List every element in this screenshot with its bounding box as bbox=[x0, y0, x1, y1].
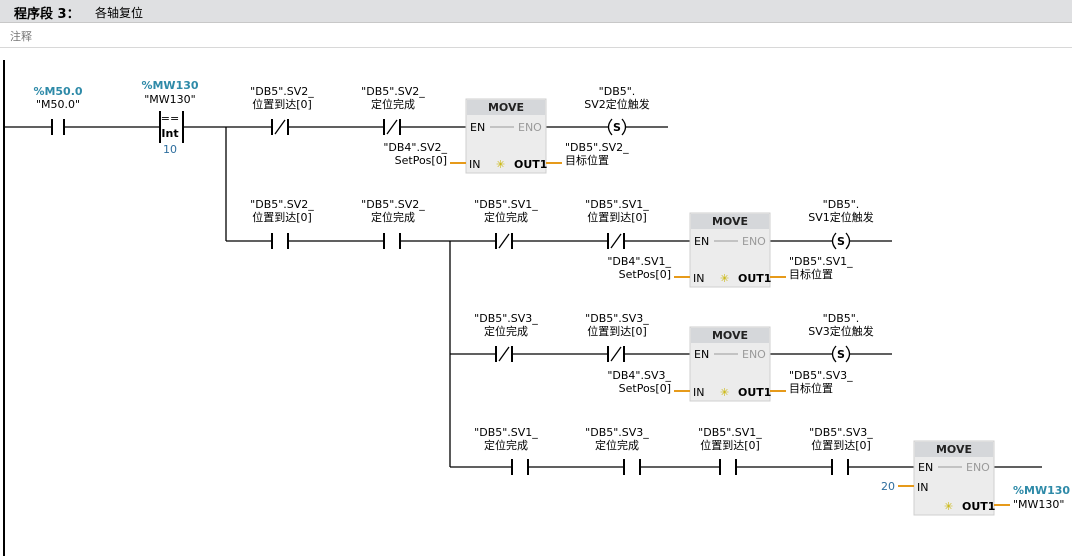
pin-out: OUT1 bbox=[514, 158, 547, 171]
move-in-label-2: SetPos[0] bbox=[395, 154, 447, 167]
coil-label-1: "DB5". bbox=[599, 85, 636, 98]
pin-out: OUT1 bbox=[738, 386, 771, 399]
move-title: MOVE bbox=[712, 329, 748, 342]
contact-label-1: "DB5".SV1_ bbox=[474, 198, 538, 211]
contact-tag: "M50.0" bbox=[36, 98, 80, 111]
coil-symbol: S bbox=[837, 348, 845, 361]
contact-label-2: 位置到达[0] bbox=[252, 210, 312, 224]
star-icon: ✳ bbox=[720, 272, 729, 285]
move-in-label-1[interactable]: "DB4".SV1_ bbox=[607, 255, 671, 268]
contact-label-1: "DB5".SV2_ bbox=[361, 85, 425, 98]
move-in-label-2: SetPos[0] bbox=[619, 382, 671, 395]
contact-label-2: 位置到达[0] bbox=[252, 97, 312, 111]
move-in-label-1[interactable]: "DB4".SV3_ bbox=[607, 369, 671, 382]
pin-eno: ENO bbox=[518, 121, 542, 134]
move-title: MOVE bbox=[936, 443, 972, 456]
pin-in: IN bbox=[917, 481, 928, 494]
coil-label-1: "DB5". bbox=[823, 312, 860, 325]
rung-4: "DB5".SV1_ 定位完成 "DB5".SV3_ 定位完成 "DB5".SV… bbox=[450, 426, 1070, 516]
move-out-address[interactable]: %MW130 bbox=[1013, 484, 1070, 497]
pin-en: EN bbox=[470, 121, 485, 134]
pin-en: EN bbox=[918, 461, 933, 474]
contact-label-1: "DB5".SV1_ bbox=[698, 426, 762, 439]
move-box-sv2[interactable]: MOVE EN ENO IN ✳ OUT1 bbox=[465, 98, 547, 174]
move-in-constant[interactable]: 20 bbox=[881, 480, 895, 493]
move-in-label-2: SetPos[0] bbox=[619, 268, 671, 281]
contact-label-1: "DB5".SV2_ bbox=[250, 85, 314, 98]
contact-label-2: 位置到达[0] bbox=[587, 210, 647, 224]
compare-contact-mw130[interactable]: %MW130 "MW130" == Int 10 bbox=[141, 79, 198, 156]
rung-3: "DB5".SV3_ 定位完成 "DB5".SV3_ 位置到达[0] MOVE … bbox=[450, 312, 892, 402]
compare-address: %MW130 bbox=[141, 79, 198, 92]
move-out-label-1[interactable]: "DB5".SV3_ bbox=[789, 369, 853, 382]
coil-label-2: SV1定位触发 bbox=[808, 210, 874, 224]
contact-label-1: "DB5".SV2_ bbox=[250, 198, 314, 211]
star-icon: ✳ bbox=[720, 386, 729, 399]
contact-address: %M50.0 bbox=[33, 85, 82, 98]
move-box-sv3[interactable]: MOVE EN ENO IN ✳ OUT1 bbox=[689, 326, 771, 402]
move-box-mw130[interactable]: MOVE EN ENO IN ✳ OUT1 bbox=[913, 440, 995, 516]
contact-label-2: 定位完成 bbox=[371, 210, 415, 224]
compare-operator: == bbox=[161, 112, 179, 125]
move-out-label-1[interactable]: "DB5".SV1_ bbox=[789, 255, 853, 268]
contact-label-2: 位置到达[0] bbox=[811, 438, 871, 452]
move-out-tag: "MW130" bbox=[1013, 498, 1064, 511]
contact-label-1: "DB5".SV3_ bbox=[585, 312, 649, 325]
contact-label-2: 位置到达[0] bbox=[700, 438, 760, 452]
coil-label-1: "DB5". bbox=[823, 198, 860, 211]
compare-type: Int bbox=[161, 127, 178, 140]
pin-en: EN bbox=[694, 348, 709, 361]
pin-eno: ENO bbox=[742, 348, 766, 361]
contact-label-1: "DB5".SV1_ bbox=[474, 426, 538, 439]
contact-label-2: 定位完成 bbox=[484, 324, 528, 338]
move-out-label-1[interactable]: "DB5".SV2_ bbox=[565, 141, 629, 154]
move-out-label-2: 目标位置 bbox=[565, 153, 609, 167]
contact-label-2: 定位完成 bbox=[595, 438, 639, 452]
contact-label-1: "DB5".SV2_ bbox=[361, 198, 425, 211]
move-title: MOVE bbox=[712, 215, 748, 228]
move-box-sv1[interactable]: MOVE EN ENO IN ✳ OUT1 bbox=[689, 212, 771, 288]
compare-tag: "MW130" bbox=[144, 93, 195, 106]
contact-label-1: "DB5".SV3_ bbox=[585, 426, 649, 439]
move-title: MOVE bbox=[488, 101, 524, 114]
pin-out: OUT1 bbox=[962, 500, 995, 513]
coil-symbol: S bbox=[613, 121, 621, 134]
rung-1: %M50.0 "M50.0" %MW130 "MW130" == Int 10 … bbox=[4, 79, 668, 241]
move-in-label-1[interactable]: "DB4".SV2_ bbox=[383, 141, 447, 154]
contact-label-2: 定位完成 bbox=[484, 438, 528, 452]
move-out-label-2: 目标位置 bbox=[789, 381, 833, 395]
contact-label-2: 位置到达[0] bbox=[587, 324, 647, 338]
coil-label-2: SV3定位触发 bbox=[808, 324, 874, 338]
contact-label-2: 定位完成 bbox=[484, 210, 528, 224]
ladder-diagram: %M50.0 "M50.0" %MW130 "MW130" == Int 10 … bbox=[3, 60, 1070, 556]
pin-en: EN bbox=[694, 235, 709, 248]
pin-in: IN bbox=[469, 158, 480, 171]
contact-label-1: "DB5".SV3_ bbox=[809, 426, 873, 439]
compare-value[interactable]: 10 bbox=[163, 143, 177, 156]
star-icon: ✳ bbox=[496, 158, 505, 171]
move-out-label-2: 目标位置 bbox=[789, 267, 833, 281]
star-icon: ✳ bbox=[944, 500, 953, 513]
pin-out: OUT1 bbox=[738, 272, 771, 285]
coil-label-2: SV2定位触发 bbox=[584, 97, 650, 111]
rung-2: "DB5".SV2_ 位置到达[0] "DB5".SV2_ 定位完成 "DB5"… bbox=[226, 198, 892, 467]
pin-in: IN bbox=[693, 272, 704, 285]
contact-label-1: "DB5".SV3_ bbox=[474, 312, 538, 325]
pin-in: IN bbox=[693, 386, 704, 399]
coil-symbol: S bbox=[837, 235, 845, 248]
contact-label-1: "DB5".SV1_ bbox=[585, 198, 649, 211]
contact-label-2: 定位完成 bbox=[371, 97, 415, 111]
pin-eno: ENO bbox=[742, 235, 766, 248]
pin-eno: ENO bbox=[966, 461, 990, 474]
